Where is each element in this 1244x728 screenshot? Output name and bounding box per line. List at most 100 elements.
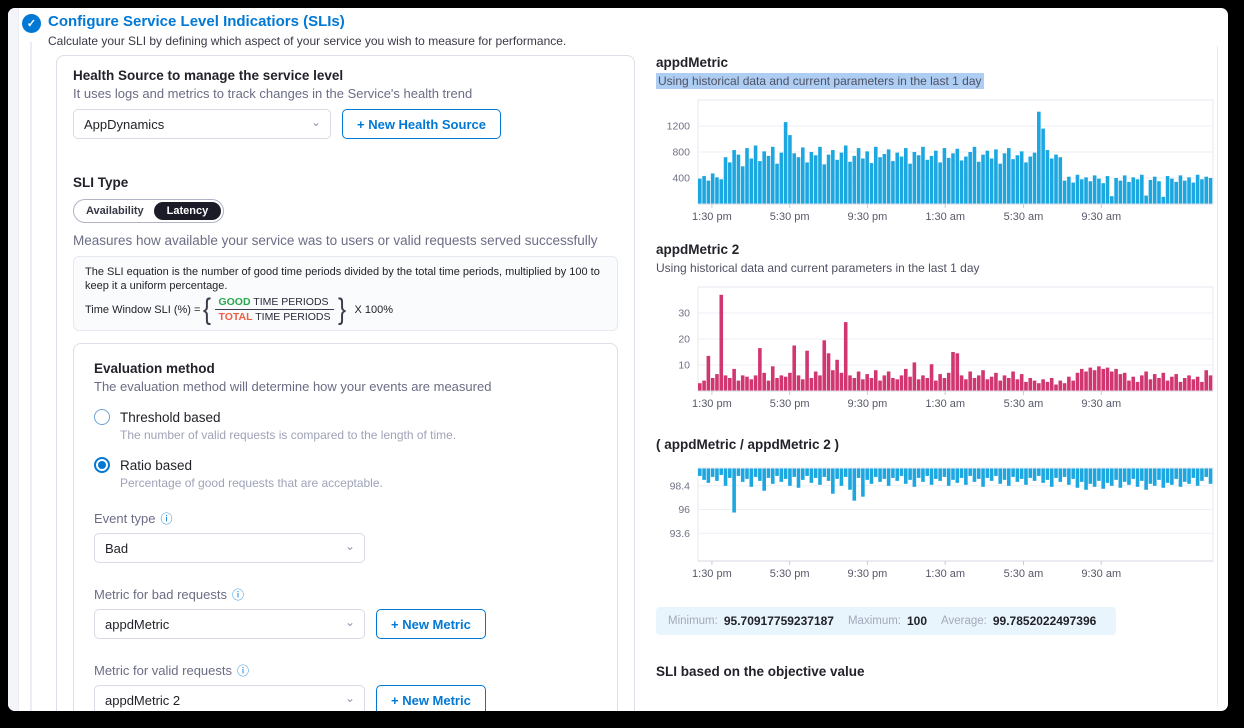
new-metric-bad-button[interactable]: + New Metric xyxy=(376,609,486,639)
metric-bad-selected-value: appdMetric xyxy=(105,617,169,632)
sli-type-latency-pill[interactable]: Latency xyxy=(154,202,222,220)
threshold-radio-button[interactable] xyxy=(94,409,110,425)
svg-text:5:30 pm: 5:30 pm xyxy=(770,398,810,410)
event-type-label: Event type ⓘ xyxy=(94,510,597,527)
sli-type-toggle: Availability Latency xyxy=(73,199,224,223)
step-complete-check-icon: ✓ xyxy=(22,14,41,33)
svg-text:93.6: 93.6 xyxy=(670,528,691,540)
sli-type-description: Measures how available your service was … xyxy=(73,233,618,248)
health-source-selected-value: AppDynamics xyxy=(84,117,164,132)
svg-text:5:30 pm: 5:30 pm xyxy=(770,568,810,580)
equation-fraction: GOOD TIME PERIODS TOTAL TIME PERIODS xyxy=(215,296,333,323)
check-icon: ✓ xyxy=(27,17,36,30)
denominator-text: TIME PERIODS xyxy=(255,311,330,323)
svg-text:800: 800 xyxy=(672,147,690,159)
svg-text:1:30 am: 1:30 am xyxy=(925,568,965,580)
svg-text:1:30 am: 1:30 am xyxy=(925,211,965,223)
equation-prefix: Time Window SLI (%) = xyxy=(85,304,200,316)
page-title: Configure Service Level Indicatiors (SLI… xyxy=(48,13,345,30)
collapsed-sidebar-strip xyxy=(8,8,19,711)
svg-text:10: 10 xyxy=(678,360,690,372)
chevron-down-icon: ⌄ xyxy=(311,116,321,128)
chart1-title: appdMetric xyxy=(656,55,1222,70)
svg-text:5:30 pm: 5:30 pm xyxy=(770,211,810,223)
threshold-radio-label: Threshold based xyxy=(120,410,221,425)
new-health-source-button[interactable]: + New Health Source xyxy=(342,109,501,139)
sli-equation-box: The SLI equation is the number of good t… xyxy=(73,256,618,331)
total-term: TOTAL xyxy=(218,311,252,323)
svg-text:1:30 am: 1:30 am xyxy=(925,398,965,410)
svg-text:9:30 am: 9:30 am xyxy=(1081,568,1121,580)
average-value: 99.7852022497396 xyxy=(993,614,1096,628)
info-icon[interactable]: ⓘ xyxy=(160,510,172,527)
chart-preview-panel: appdMetric Using historical data and cur… xyxy=(656,55,1222,679)
svg-text:5:30 am: 5:30 am xyxy=(1004,398,1044,410)
event-type-select[interactable]: Bad ⌄ xyxy=(94,533,365,563)
sli-configuration-window: ✓ Configure Service Level Indicatiors (S… xyxy=(8,8,1228,711)
svg-text:9:30 pm: 9:30 pm xyxy=(848,211,888,223)
health-source-select[interactable]: AppDynamics ⌄ xyxy=(73,109,331,139)
metric-valid-select[interactable]: appdMetric 2 ⌄ xyxy=(94,685,365,711)
appdmetric2-chart: 10 20 30 1:30 pm 5:30 pm 9:30 pm 1:30 am 5:30 a… xyxy=(656,283,1214,415)
svg-text:5:30 am: 5:30 am xyxy=(1004,211,1044,223)
svg-text:9:30 pm: 9:30 pm xyxy=(848,398,888,410)
wizard-step-connector-line xyxy=(30,42,32,711)
health-source-heading: Health Source to manage the service leve… xyxy=(73,68,618,83)
threshold-based-radio-row[interactable]: Threshold based xyxy=(94,409,597,425)
ratio-radio-label: Ratio based xyxy=(120,458,192,473)
svg-text:96: 96 xyxy=(678,504,690,516)
good-term: GOOD xyxy=(218,296,250,308)
ratio-radio-help: Percentage of good requests that are acc… xyxy=(120,476,597,490)
panel-divider xyxy=(1217,46,1218,706)
info-icon[interactable]: ⓘ xyxy=(232,586,244,603)
info-icon[interactable]: ⓘ xyxy=(237,662,249,679)
ratio-stats-bar: Minimum: 95.70917759237187 Maximum: 100 … xyxy=(656,607,1116,635)
ratio-based-option: Ratio based Percentage of good requests … xyxy=(94,457,597,490)
svg-text:1:30 pm: 1:30 pm xyxy=(692,398,732,410)
metric-bad-select[interactable]: appdMetric ⌄ xyxy=(94,609,365,639)
svg-text:1:30 pm: 1:30 pm xyxy=(692,211,732,223)
numerator-text: TIME PERIODS xyxy=(253,296,328,308)
ratio-chart: 93.69698.41:30 pm5:30 pm9:30 pm1:30 am5:… xyxy=(656,464,1214,586)
event-type-selected-value: Bad xyxy=(105,541,128,556)
svg-text:1:30 pm: 1:30 pm xyxy=(692,568,732,580)
sli-form-panel: Health Source to manage the service leve… xyxy=(56,55,635,711)
appdmetric-chart: 400 800 1200 1:30 pm 5:30 pm 9:30 pm 1:30 am 5:… xyxy=(656,96,1214,228)
svg-text:9:30 am: 9:30 am xyxy=(1081,398,1121,410)
evaluation-method-heading: Evaluation method xyxy=(94,361,597,376)
metric-bad-label: Metric for bad requests ⓘ xyxy=(94,586,597,603)
equation-suffix: X 100% xyxy=(355,304,394,316)
sli-objective-heading: SLI based on the objective value xyxy=(656,664,1222,679)
open-brace: { xyxy=(203,296,211,323)
svg-text:98.4: 98.4 xyxy=(670,480,691,492)
svg-text:20: 20 xyxy=(678,334,690,346)
threshold-radio-help: The number of valid requests is compared… xyxy=(120,428,597,442)
maximum-label: Maximum: xyxy=(848,615,901,627)
close-brace: } xyxy=(338,296,346,323)
sli-type-heading: SLI Type xyxy=(73,175,618,190)
chart3-title: ( appdMetric / appdMetric 2 ) xyxy=(656,437,1222,452)
sli-equation-formula: Time Window SLI (%) = { GOOD TIME PERIOD… xyxy=(85,296,606,323)
minimum-value: 95.70917759237187 xyxy=(724,614,834,628)
average-label: Average: xyxy=(941,615,987,627)
chevron-down-icon: ⌄ xyxy=(345,692,355,704)
new-metric-valid-button[interactable]: + New Metric xyxy=(376,685,486,711)
minimum-label: Minimum: xyxy=(668,615,718,627)
health-source-description: It uses logs and metrics to track change… xyxy=(73,86,618,101)
chart2-subtitle: Using historical data and current parame… xyxy=(656,261,1222,275)
metric-valid-label: Metric for valid requests ⓘ xyxy=(94,662,597,679)
svg-text:5:30 am: 5:30 am xyxy=(1004,568,1044,580)
sli-equation-text: The SLI equation is the number of good t… xyxy=(85,265,605,293)
sli-type-availability-pill[interactable]: Availability xyxy=(76,202,154,220)
threshold-based-option: Threshold based The number of valid requ… xyxy=(94,409,597,442)
maximum-value: 100 xyxy=(907,614,927,628)
evaluation-method-description: The evaluation method will determine how… xyxy=(94,379,597,394)
svg-text:400: 400 xyxy=(672,173,690,185)
chart2-title: appdMetric 2 xyxy=(656,242,1222,257)
ratio-based-radio-row[interactable]: Ratio based xyxy=(94,457,597,473)
svg-text:30: 30 xyxy=(678,308,690,320)
chevron-down-icon: ⌄ xyxy=(345,540,355,552)
ratio-radio-button[interactable] xyxy=(94,457,110,473)
svg-text:1200: 1200 xyxy=(667,121,691,133)
chart1-subtitle: Using historical data and current parame… xyxy=(656,74,1222,88)
